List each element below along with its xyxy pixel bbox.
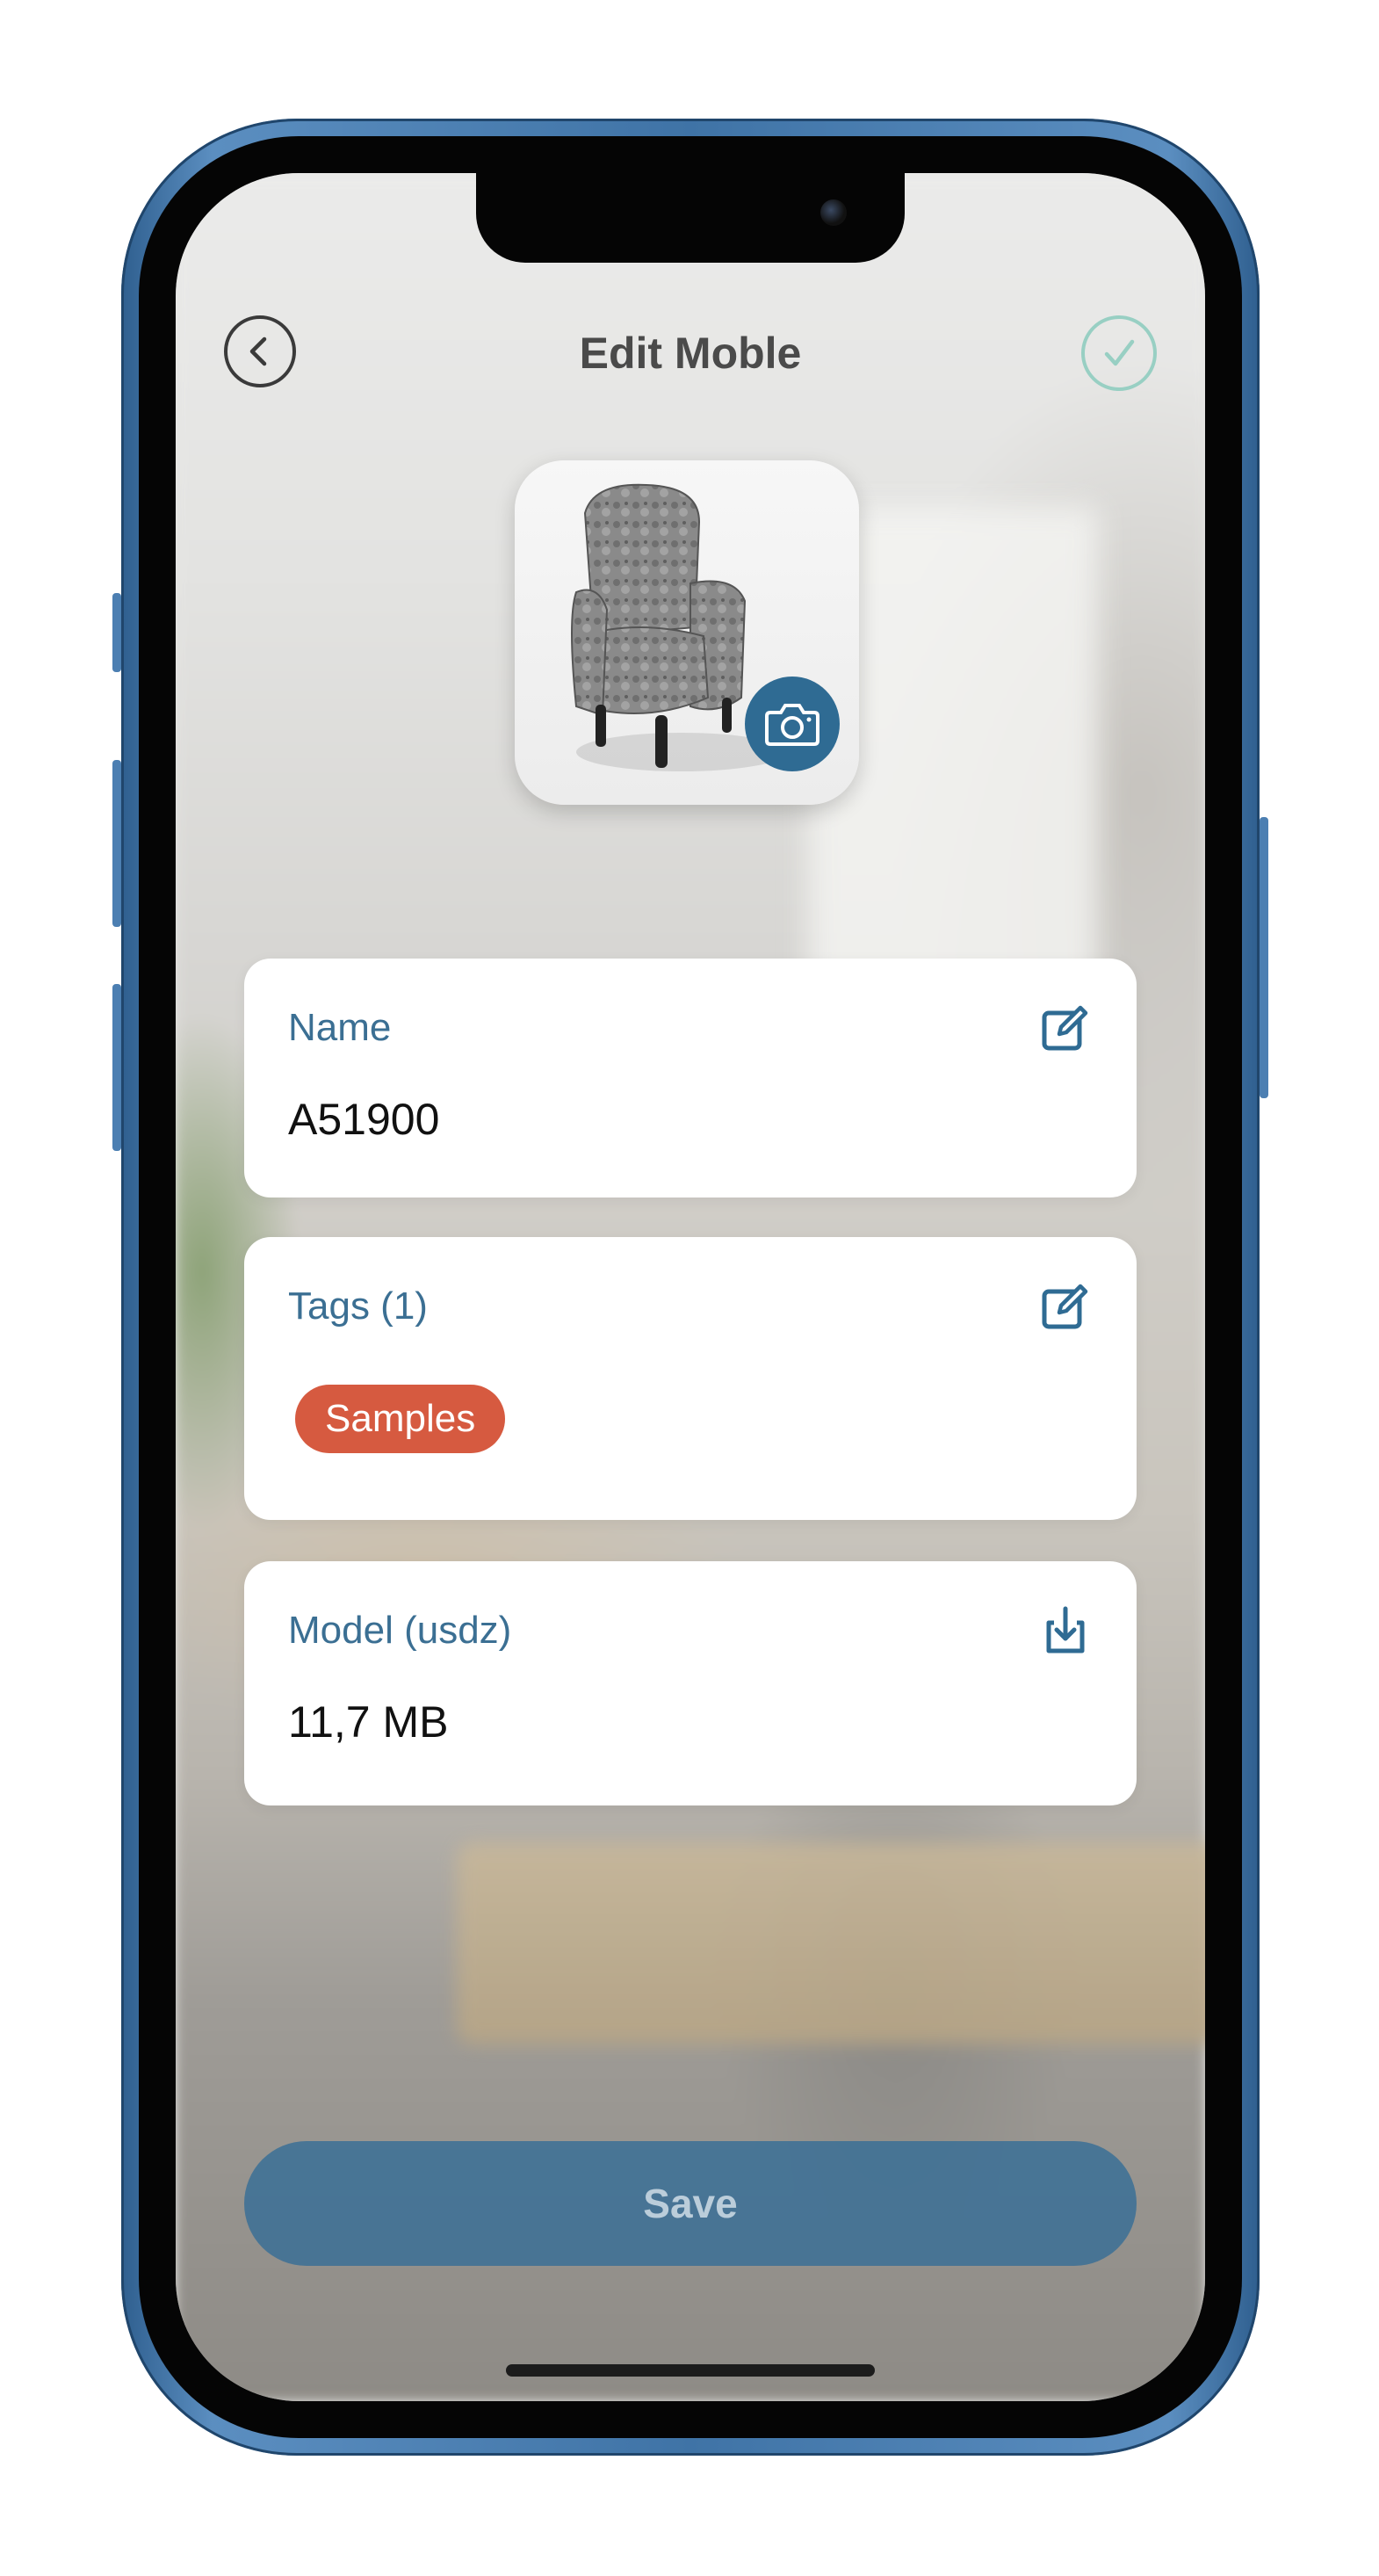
name-label: Name (288, 1006, 392, 1049)
volume-up-button (112, 760, 121, 927)
app-screen: Edit Moble Name A51900 Tags (1) Samples … (176, 173, 1205, 2401)
save-button[interactable]: Save (244, 2141, 1137, 2266)
checkmark-circle-icon (1104, 339, 1135, 366)
camera-icon (765, 704, 819, 746)
volume-down-button (112, 984, 121, 1151)
background-table (457, 1842, 1205, 2044)
front-camera (820, 199, 847, 226)
model-card: Model (usdz) 11,7 MB (244, 1561, 1137, 1805)
home-indicator[interactable] (506, 2364, 875, 2377)
mute-switch (112, 593, 121, 672)
tags-card: Tags (1) Samples (244, 1237, 1137, 1520)
page-title: Edit Moble (579, 329, 802, 378)
model-label: Model (usdz) (288, 1609, 512, 1652)
edit-icon[interactable] (1040, 1281, 1091, 1332)
edit-icon[interactable] (1040, 1002, 1091, 1053)
name-value: A51900 (288, 1095, 440, 1144)
download-icon[interactable] (1040, 1605, 1091, 1656)
done-button[interactable] (1081, 315, 1157, 391)
phone-frame: Edit Moble Name A51900 Tags (1) Samples … (112, 119, 1268, 2456)
tags-label: Tags (1) (288, 1284, 428, 1328)
furniture-thumbnail[interactable] (515, 460, 859, 805)
phone-bezel: Edit Moble Name A51900 Tags (1) Samples … (139, 136, 1242, 2438)
tag-chip[interactable]: Samples (295, 1385, 506, 1453)
name-card: Name A51900 (244, 959, 1137, 1198)
notch (476, 173, 905, 263)
model-size-value: 11,7 MB (288, 1697, 449, 1747)
change-photo-button[interactable] (745, 677, 840, 771)
header: Edit Moble (176, 305, 1205, 402)
power-button (1260, 817, 1268, 1098)
